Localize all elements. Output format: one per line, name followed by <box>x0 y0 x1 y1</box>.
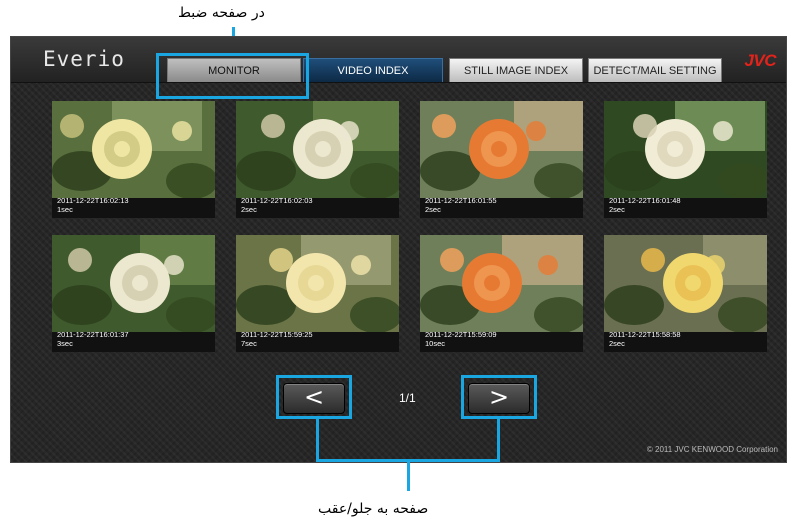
thumbnail-image <box>604 101 767 198</box>
jvc-logo: JVC <box>744 51 776 70</box>
video-thumbnail[interactable]: 2011-12-22T15:58:58 2sec <box>604 235 767 352</box>
video-duration: 2sec <box>241 205 257 214</box>
annotation-line-bottom <box>407 459 410 491</box>
tab-detect-mail-setting[interactable]: DETECT/MAIL SETTING <box>588 58 722 82</box>
everio-app-window: Everio MONITOR VIDEO INDEX STILL IMAGE I… <box>10 36 787 463</box>
video-duration: 3sec <box>57 339 73 348</box>
video-timestamp: 2011-12-22T16:02:13 <box>57 196 129 205</box>
annotation-line-left-drop <box>316 419 319 462</box>
highlight-next-button <box>461 375 537 419</box>
video-duration: 7sec <box>241 339 257 348</box>
highlight-prev-button <box>276 375 352 419</box>
video-timestamp: 2011-12-22T16:02:03 <box>241 196 313 205</box>
video-timestamp: 2011-12-22T15:58:58 <box>609 330 681 339</box>
video-thumbnail[interactable]: 2011-12-22T16:01:55 2sec <box>420 101 583 218</box>
page-indicator: 1/1 <box>399 391 416 405</box>
video-duration: 2sec <box>425 205 441 214</box>
video-duration: 10sec <box>425 339 446 348</box>
video-timestamp: 2011-12-22T16:01:48 <box>609 196 681 205</box>
thumbnail-image <box>236 101 399 198</box>
thumbnail-image <box>420 235 583 332</box>
video-thumbnail[interactable]: 2011-12-22T16:02:13 1sec <box>52 101 215 218</box>
video-thumbnail[interactable]: 2011-12-22T16:01:37 3sec <box>52 235 215 352</box>
thumbnail-image <box>52 235 215 332</box>
thumbnail-image <box>420 101 583 198</box>
video-timestamp: 2011-12-22T15:59:09 <box>425 330 497 339</box>
annotation-line-right-drop <box>497 419 500 462</box>
video-timestamp: 2011-12-22T15:59:25 <box>241 330 313 339</box>
video-duration: 1sec <box>57 205 73 214</box>
thumbnail-image <box>52 101 215 198</box>
video-thumbnail[interactable]: 2011-12-22T16:01:48 2sec <box>604 101 767 218</box>
thumbnail-image <box>236 235 399 332</box>
video-thumbnail[interactable]: 2011-12-22T16:02:03 2sec <box>236 101 399 218</box>
video-thumbnail[interactable]: 2011-12-22T15:59:25 7sec <box>236 235 399 352</box>
video-timestamp: 2011-12-22T16:01:55 <box>425 196 497 205</box>
annotation-record-screen: در صفحه ضبط <box>178 5 265 21</box>
video-thumbnail[interactable]: 2011-12-22T15:59:09 10sec <box>420 235 583 352</box>
everio-logo: Everio <box>43 47 125 71</box>
copyright: © 2011 JVC KENWOOD Corporation <box>646 445 778 454</box>
video-timestamp: 2011-12-22T16:01:37 <box>57 330 129 339</box>
annotation-page-forward-back: صفحه به جلو/عقب <box>318 501 429 517</box>
top-bar: Everio MONITOR VIDEO INDEX STILL IMAGE I… <box>11 37 786 83</box>
video-duration: 2sec <box>609 339 625 348</box>
tab-video-index[interactable]: VIDEO INDEX <box>303 58 443 82</box>
highlight-monitor-tab <box>156 53 309 99</box>
thumbnail-image <box>604 235 767 332</box>
tab-still-image-index[interactable]: STILL IMAGE INDEX <box>449 58 583 82</box>
video-duration: 2sec <box>609 205 625 214</box>
